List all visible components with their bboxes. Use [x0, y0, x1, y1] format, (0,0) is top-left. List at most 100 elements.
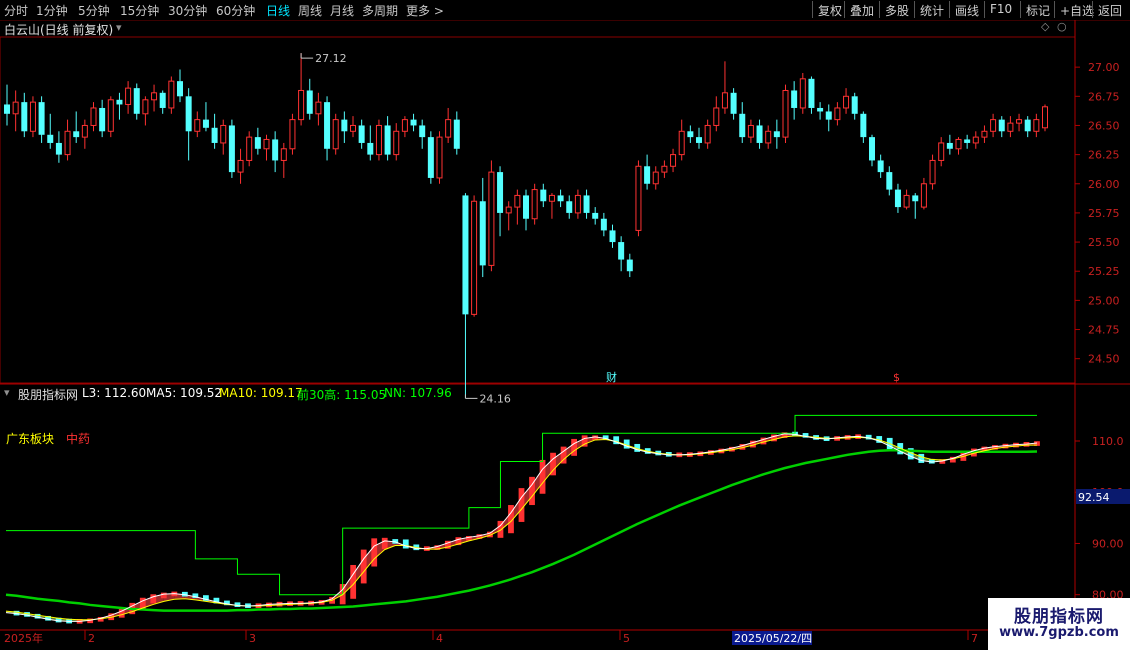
candle-body-up — [652, 171, 659, 185]
candle-body-down — [427, 137, 434, 178]
candle-body-down — [133, 88, 140, 114]
candle-body-down — [964, 139, 971, 143]
candle-body-down — [47, 134, 54, 143]
candle-body-down — [557, 195, 564, 202]
date-axis: 2025年 2 3 4 5 2025/05/22/四 7 — [4, 630, 978, 645]
indicator-header: ▾ 股朋指标网 L3: 112.60 MA5: 109.52 MA10: 109… — [0, 386, 1075, 402]
price-tick-label: 25.75 — [1088, 207, 1120, 220]
candle-body-up — [903, 194, 910, 208]
candle-body-down — [341, 119, 348, 132]
price-tick-label: 26.75 — [1088, 90, 1120, 103]
candle-body-down — [177, 81, 183, 97]
candle-body-down — [1024, 119, 1031, 132]
indicator-tick-label: 110.0 — [1092, 435, 1124, 448]
indicator-candle-up — [360, 549, 367, 584]
candle-body-up — [670, 154, 677, 167]
candle-body-up — [315, 101, 322, 115]
candle-body-down — [523, 195, 529, 219]
candle-body-up — [531, 189, 538, 220]
diamond-icon[interactable]: ◇ — [1041, 20, 1049, 33]
chart-canvas: 27.00 26.75 26.50 26.25 26.00 25.75 25.50 25.25… — [0, 20, 1130, 645]
candle-body-down — [877, 160, 884, 173]
indicator-value-ma10: MA10: 109.17 — [219, 386, 303, 400]
candle-body-down — [808, 78, 815, 108]
candle-body-down — [4, 104, 10, 114]
candle-body-up — [514, 194, 521, 208]
candle-body-up — [280, 148, 287, 161]
candle-body-down — [912, 195, 919, 202]
candle-body-up — [574, 194, 581, 214]
candle-body-down — [739, 113, 746, 138]
candle-body-down — [894, 189, 901, 208]
dividend-marker[interactable]: $ — [893, 371, 900, 384]
indicator-name[interactable]: 股朋指标网 — [18, 386, 78, 403]
candle-body-up — [843, 95, 850, 109]
candle-body-down — [116, 99, 123, 105]
candle-body-up — [401, 119, 408, 132]
candle-body-up — [64, 130, 71, 156]
settings-circle-icon[interactable]: ○ — [1057, 20, 1067, 33]
candle-body-down — [254, 137, 261, 149]
indicator-candle-up — [160, 592, 167, 599]
candle-body-up — [471, 200, 478, 315]
price-tick-label: 26.50 — [1088, 119, 1120, 132]
price-tick-label: 26.25 — [1088, 149, 1120, 162]
candle-body-down — [462, 195, 469, 315]
candle-body-up — [246, 136, 253, 161]
price-tick-label: 26.00 — [1088, 178, 1120, 191]
indicator-value-high30: 前30高: 115.05 — [297, 388, 387, 402]
candle-body-up — [90, 107, 97, 126]
candle-body-up — [237, 159, 244, 173]
candle-body-up — [782, 89, 789, 138]
candle-body-up — [955, 138, 962, 150]
candle-body-down — [384, 125, 391, 155]
chevron-down-icon[interactable]: ▾ — [116, 21, 122, 34]
main-price-axis: 27.00 26.75 26.50 26.25 26.00 25.75 25.50 25.25… — [1075, 61, 1120, 366]
candle-body-down — [185, 96, 192, 132]
candle-body-up — [990, 119, 997, 132]
candle-body-up — [445, 119, 452, 138]
candle-body-up — [332, 119, 339, 150]
candle-body-down — [497, 172, 504, 213]
candle-body-down — [306, 90, 313, 114]
price-tick-label: 25.50 — [1088, 236, 1120, 249]
candle-body-down — [38, 102, 45, 135]
candle-body-down — [159, 92, 166, 108]
candle-body-down — [600, 218, 607, 231]
candle-body-up — [635, 165, 642, 231]
candle-body-up — [765, 130, 772, 144]
candle-body-up — [1042, 106, 1048, 129]
candle-body-down — [419, 125, 426, 138]
candle-body-up — [920, 183, 927, 208]
candle-body-down — [367, 142, 374, 155]
candle-body-down — [869, 137, 875, 161]
candle-body-down — [644, 166, 651, 184]
candle-body-down — [860, 113, 867, 138]
candle-body-up — [972, 136, 979, 144]
indicator-menu-icon[interactable]: ▾ — [4, 386, 10, 399]
candle-body-down — [540, 189, 547, 202]
candle-body-up — [488, 171, 495, 266]
price-tick-label: 25.00 — [1088, 294, 1120, 307]
candle-body-down — [228, 125, 235, 173]
candle-body-down — [73, 131, 80, 138]
candle-body-up — [678, 130, 685, 156]
candle-body-down — [358, 125, 365, 143]
candle-body-down — [773, 131, 780, 138]
date-label-2025: 2025年 — [4, 631, 43, 645]
candle-body-up — [168, 80, 175, 109]
stock-title[interactable]: 白云山(日线 前复权) — [4, 21, 113, 38]
candle-body-up — [1016, 119, 1023, 124]
date-label-jul: 7 — [971, 632, 978, 645]
high-price-label: 27.12 — [315, 52, 347, 65]
candle-body-up — [505, 206, 512, 214]
watermark-url: www.7gpzb.com — [999, 625, 1119, 640]
candle-body-up — [298, 89, 305, 121]
finance-marker[interactable]: 财 — [606, 370, 617, 384]
candle-body-down — [825, 111, 832, 120]
indicator-candle-down — [918, 453, 925, 463]
main-title-row: 白云山(日线 前复权) ▾ ◇ ○ — [0, 20, 1075, 38]
date-label-feb: 2 — [88, 632, 95, 645]
candle-body-up — [263, 138, 270, 150]
candle-body-down — [55, 142, 62, 155]
